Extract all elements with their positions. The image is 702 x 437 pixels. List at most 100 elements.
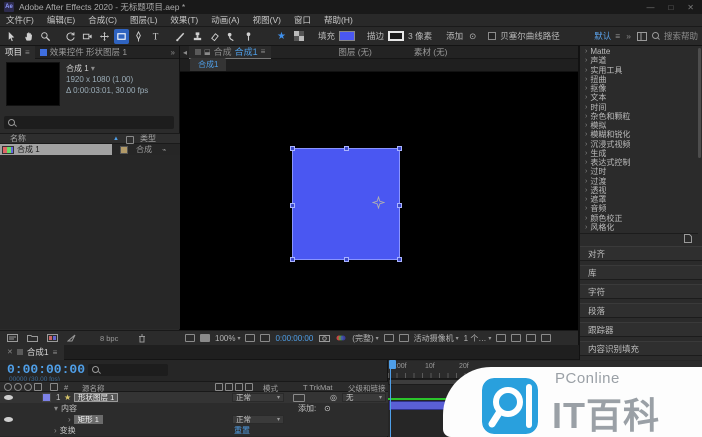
add-button-icon[interactable]: ⊙	[469, 31, 476, 42]
menu-item[interactable]: 合成(C)	[88, 14, 117, 26]
menu-item[interactable]: 视图(V)	[253, 14, 281, 26]
text-tool-icon[interactable]: T	[148, 29, 163, 44]
workspace-overflow-chevron[interactable]: »	[626, 31, 631, 41]
trkmat-select[interactable]	[293, 394, 305, 402]
effects-category[interactable]: ›抠像	[580, 84, 698, 93]
effects-category[interactable]: ›透视	[580, 186, 698, 195]
ruler-grid-icon[interactable]	[245, 334, 255, 342]
stroke-label[interactable]: 描边	[367, 30, 384, 42]
grid-guides-icon[interactable]	[496, 334, 506, 342]
workspace-tab-default[interactable]: 默认	[594, 30, 611, 42]
bezier-path-checkbox[interactable]	[488, 32, 496, 40]
fill-color-swatch[interactable]	[339, 31, 355, 41]
effects-category[interactable]: ›过渡	[580, 177, 698, 186]
panel-menu-icon[interactable]: ≡	[53, 348, 58, 357]
expander-icon[interactable]: ›	[585, 113, 587, 120]
rectangle-tool-icon[interactable]	[114, 29, 129, 44]
effects-category[interactable]: ›实用工具	[580, 66, 698, 75]
selection-tool-icon[interactable]	[4, 29, 19, 44]
tab-layer[interactable]: 图层 (无)	[333, 46, 377, 59]
viewer-timecode[interactable]: 0:00:00:00	[275, 334, 313, 343]
video-column-icon[interactable]	[4, 383, 12, 391]
snapshot-camera-icon[interactable]	[318, 334, 330, 343]
comp-info-name[interactable]: 合成 1	[66, 64, 89, 73]
transform-group-row[interactable]: › 变换 重置	[0, 425, 388, 436]
collapsed-panel-header[interactable]: 跟踪器	[580, 322, 702, 337]
zoom-tool-icon[interactable]	[38, 29, 53, 44]
playhead-handle[interactable]	[389, 360, 396, 369]
pan-behind-tool-icon[interactable]	[97, 29, 112, 44]
camera-select[interactable]: 活动摄像机▾	[414, 333, 459, 344]
effects-category[interactable]: ›过时	[580, 167, 698, 176]
tab-project[interactable]: 项目≡	[0, 46, 35, 59]
expander-icon[interactable]: ›	[585, 57, 587, 64]
eraser-tool-icon[interactable]	[207, 29, 222, 44]
bit-depth-button[interactable]: 8 bpc	[100, 334, 118, 343]
transparency-grid-toggle-icon[interactable]	[399, 334, 409, 342]
expander-icon[interactable]: ›	[585, 150, 587, 157]
label-column-icon[interactable]	[126, 136, 134, 144]
trash-icon[interactable]	[136, 334, 148, 343]
pen-tool-icon[interactable]	[131, 29, 146, 44]
rect-blend-mode-select[interactable]: 正常▾	[232, 415, 284, 424]
timeline-button-icon[interactable]	[511, 334, 521, 342]
selection-handle[interactable]	[344, 146, 349, 151]
menu-item[interactable]: 窗口	[294, 14, 311, 26]
effects-category[interactable]: ›风格化	[580, 223, 698, 232]
expander-icon[interactable]: ›	[585, 85, 587, 92]
collapsed-panel-header[interactable]: 内容识别填充	[580, 341, 702, 356]
interpret-footage-icon[interactable]	[6, 334, 18, 343]
composition-viewer[interactable]	[180, 72, 578, 330]
motion-blur-star-icon[interactable]: ★	[274, 29, 289, 44]
comp-flag-arrow-icon[interactable]: ▾	[91, 64, 95, 73]
help-search[interactable]: 搜索帮助	[652, 30, 698, 42]
project-item-row[interactable]: 合成 1 合成 ⌁	[0, 144, 180, 155]
layer-row-shape-layer[interactable]: 1 ★ 形状图层 1 正常▾ ◎ 无▾	[0, 392, 388, 403]
layer-label-chip[interactable]	[42, 393, 51, 402]
resolution-select[interactable]: (完整)▾	[352, 333, 378, 344]
always-preview-icon[interactable]	[185, 334, 195, 342]
effects-category[interactable]: ›沉浸式视频	[580, 140, 698, 149]
rectangle-group-row[interactable]: › 矩形 1 正常▾	[0, 414, 388, 425]
expander-icon[interactable]: ›	[585, 196, 587, 203]
eye-icon[interactable]	[4, 395, 13, 400]
effects-category[interactable]: ›文本	[580, 93, 698, 102]
label-column-icon[interactable]	[50, 383, 58, 391]
pickwhip-icon[interactable]: ◎	[330, 392, 337, 403]
tab-effect-controls[interactable]: 效果控件 形状图层 1	[35, 46, 132, 59]
collapse-column-icon[interactable]	[225, 383, 233, 391]
menu-item[interactable]: 动画(A)	[211, 14, 239, 26]
expander-icon[interactable]: ›	[585, 205, 587, 212]
tab-composition[interactable]: ⬓ 合成 合成1 ≡	[189, 46, 271, 59]
effects-category[interactable]: ›模糊和锐化	[580, 130, 698, 139]
stroke-width-value[interactable]: 3 像素	[408, 30, 432, 42]
expander-icon[interactable]: ›	[54, 426, 57, 435]
shy-column-icon[interactable]	[215, 383, 223, 391]
expander-icon[interactable]: ›	[585, 187, 587, 194]
project-item-name-cell[interactable]: 合成 1	[0, 144, 112, 155]
effects-category[interactable]: ›表达式控制	[580, 158, 698, 167]
scrollbar-thumb[interactable]	[698, 48, 701, 158]
menu-item[interactable]: 效果(T)	[170, 14, 198, 26]
transparency-grid-icon[interactable]	[291, 29, 306, 44]
flowchart-button-icon[interactable]	[526, 334, 536, 342]
panel-menu-icon[interactable]: ≡	[261, 47, 266, 56]
stroke-color-swatch[interactable]	[388, 31, 404, 41]
expander-icon[interactable]: ›	[585, 131, 587, 138]
expander-icon[interactable]: ›	[585, 48, 587, 55]
magnification-select[interactable]: 100%▾	[215, 334, 240, 343]
selection-handle[interactable]	[290, 146, 295, 151]
expander-icon[interactable]: ›	[585, 122, 587, 129]
tab-footage[interactable]: 素材 (无)	[409, 46, 453, 59]
current-timecode[interactable]: 0:00:00:00	[7, 362, 85, 377]
quality-column-icon[interactable]	[235, 383, 243, 391]
expander-icon[interactable]: ›	[585, 224, 587, 231]
workspace-menu-icon[interactable]: ≡	[615, 31, 620, 41]
effects-category[interactable]: ›遮罩	[580, 195, 698, 204]
expander-icon[interactable]: ›	[585, 178, 587, 185]
column-name[interactable]: 名称	[0, 133, 26, 144]
selection-handle[interactable]	[290, 203, 295, 208]
blend-mode-select[interactable]: 正常▾	[232, 393, 284, 402]
audio-column-icon[interactable]	[14, 383, 22, 391]
breadcrumb-comp[interactable]: 合成1	[190, 58, 226, 71]
